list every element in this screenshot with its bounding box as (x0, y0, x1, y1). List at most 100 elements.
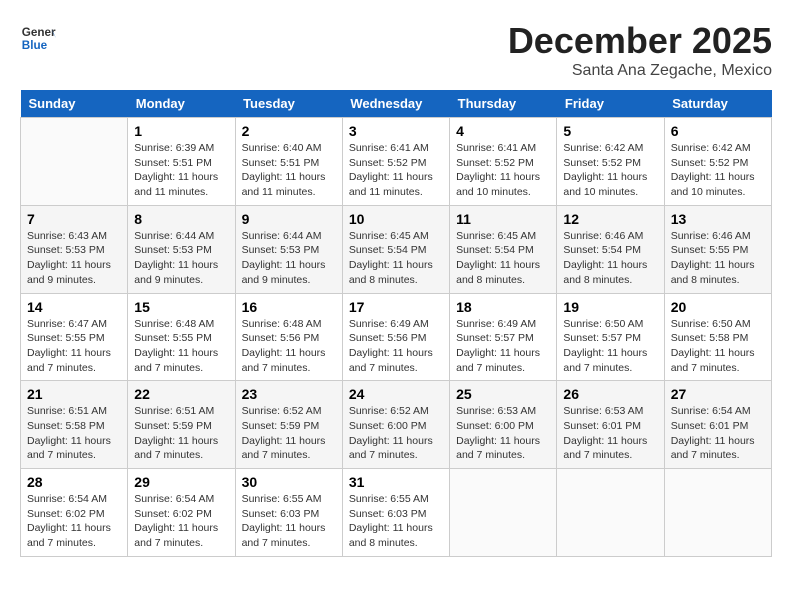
day-number: 22 (134, 386, 228, 402)
day-cell: 2 Sunrise: 6:40 AMSunset: 5:51 PMDaylight… (235, 118, 342, 206)
day-number: 16 (242, 299, 336, 315)
day-info: Sunrise: 6:53 AMSunset: 6:00 PMDaylight:… (456, 404, 550, 463)
day-cell: 22 Sunrise: 6:51 AMSunset: 5:59 PMDayligh… (128, 381, 235, 469)
day-cell: 6 Sunrise: 6:42 AMSunset: 5:52 PMDaylight… (664, 118, 771, 206)
day-cell (450, 469, 557, 557)
day-info: Sunrise: 6:47 AMSunset: 5:55 PMDaylight:… (27, 317, 121, 376)
day-number: 2 (242, 123, 336, 139)
day-cell: 13 Sunrise: 6:46 AMSunset: 5:55 PMDayligh… (664, 205, 771, 293)
day-cell: 29Sunrise: 6:54 AMSunset: 6:02 PMDayligh… (128, 469, 235, 557)
day-cell: 16 Sunrise: 6:48 AMSunset: 5:56 PMDayligh… (235, 293, 342, 381)
weekday-wednesday: Wednesday (342, 90, 449, 118)
day-number: 14 (27, 299, 121, 315)
logo-icon: General Blue (20, 20, 56, 56)
day-cell: 23 Sunrise: 6:52 AMSunset: 5:59 PMDayligh… (235, 381, 342, 469)
title-area: December 2025 Santa Ana Zegache, Mexico (508, 20, 772, 80)
day-cell: 5Sunrise: 6:42 AMSunset: 5:52 PMDaylight… (557, 118, 664, 206)
day-info: Sunrise: 6:45 AMSunset: 5:54 PMDaylight:… (456, 229, 550, 288)
day-number: 7 (27, 211, 121, 227)
day-info: Sunrise: 6:54 AMSunset: 6:02 PMDaylight:… (134, 492, 228, 551)
day-info: Sunrise: 6:40 AMSunset: 5:51 PMDaylight:… (242, 141, 336, 200)
day-info: Sunrise: 6:46 AMSunset: 5:55 PMDaylight:… (671, 229, 765, 288)
day-cell: 12 Sunrise: 6:46 AMSunset: 5:54 PMDayligh… (557, 205, 664, 293)
weekday-sunday: Sunday (21, 90, 128, 118)
weekday-tuesday: Tuesday (235, 90, 342, 118)
weekday-monday: Monday (128, 90, 235, 118)
day-cell: 26Sunrise: 6:53 AMSunset: 6:01 PMDayligh… (557, 381, 664, 469)
day-info: Sunrise: 6:49 AMSunset: 5:57 PMDaylight:… (456, 317, 550, 376)
day-cell: 17 Sunrise: 6:49 AMSunset: 5:56 PMDayligh… (342, 293, 449, 381)
day-info: Sunrise: 6:53 AMSunset: 6:01 PMDaylight:… (563, 404, 657, 463)
day-cell: 11 Sunrise: 6:45 AMSunset: 5:54 PMDayligh… (450, 205, 557, 293)
day-info: Sunrise: 6:41 AMSunset: 5:52 PMDaylight:… (456, 141, 550, 200)
day-info: Sunrise: 6:45 AMSunset: 5:54 PMDaylight:… (349, 229, 443, 288)
day-number: 9 (242, 211, 336, 227)
day-number: 17 (349, 299, 443, 315)
week-row-3: 14 Sunrise: 6:47 AMSunset: 5:55 PMDayligh… (21, 293, 772, 381)
day-info: Sunrise: 6:55 AMSunset: 6:03 PMDaylight:… (242, 492, 336, 551)
day-number: 12 (563, 211, 657, 227)
day-info: Sunrise: 6:55 AMSunset: 6:03 PMDaylight:… (349, 492, 443, 551)
day-number: 4 (456, 123, 550, 139)
day-number: 3 (349, 123, 443, 139)
day-cell: 21Sunrise: 6:51 AMSunset: 5:58 PMDayligh… (21, 381, 128, 469)
day-number: 20 (671, 299, 765, 315)
day-info: Sunrise: 6:54 AMSunset: 6:02 PMDaylight:… (27, 492, 121, 551)
weekday-saturday: Saturday (664, 90, 771, 118)
calendar-body: 1Sunrise: 6:39 AMSunset: 5:51 PMDaylight… (21, 118, 772, 557)
day-cell: 4 Sunrise: 6:41 AMSunset: 5:52 PMDaylight… (450, 118, 557, 206)
day-number: 13 (671, 211, 765, 227)
day-number: 11 (456, 211, 550, 227)
day-cell: 28Sunrise: 6:54 AMSunset: 6:02 PMDayligh… (21, 469, 128, 557)
day-info: Sunrise: 6:48 AMSunset: 5:56 PMDaylight:… (242, 317, 336, 376)
day-cell: 19Sunrise: 6:50 AMSunset: 5:57 PMDayligh… (557, 293, 664, 381)
weekday-friday: Friday (557, 90, 664, 118)
day-cell: 25 Sunrise: 6:53 AMSunset: 6:00 PMDayligh… (450, 381, 557, 469)
day-info: Sunrise: 6:50 AMSunset: 5:57 PMDaylight:… (563, 317, 657, 376)
day-info: Sunrise: 6:46 AMSunset: 5:54 PMDaylight:… (563, 229, 657, 288)
day-info: Sunrise: 6:52 AMSunset: 6:00 PMDaylight:… (349, 404, 443, 463)
day-info: Sunrise: 6:50 AMSunset: 5:58 PMDaylight:… (671, 317, 765, 376)
day-cell: 30 Sunrise: 6:55 AMSunset: 6:03 PMDayligh… (235, 469, 342, 557)
weekday-header-row: SundayMondayTuesdayWednesdayThursdayFrid… (21, 90, 772, 118)
day-cell: 27Sunrise: 6:54 AMSunset: 6:01 PMDayligh… (664, 381, 771, 469)
day-info: Sunrise: 6:49 AMSunset: 5:56 PMDaylight:… (349, 317, 443, 376)
logo: General Blue (20, 20, 56, 56)
day-number: 10 (349, 211, 443, 227)
day-info: Sunrise: 6:51 AMSunset: 5:58 PMDaylight:… (27, 404, 121, 463)
day-info: Sunrise: 6:41 AMSunset: 5:52 PMDaylight:… (349, 141, 443, 200)
svg-text:General: General (22, 26, 56, 39)
day-info: Sunrise: 6:48 AMSunset: 5:55 PMDaylight:… (134, 317, 228, 376)
day-number: 18 (456, 299, 550, 315)
day-info: Sunrise: 6:51 AMSunset: 5:59 PMDaylight:… (134, 404, 228, 463)
day-number: 25 (456, 386, 550, 402)
day-cell: 14 Sunrise: 6:47 AMSunset: 5:55 PMDayligh… (21, 293, 128, 381)
day-info: Sunrise: 6:42 AMSunset: 5:52 PMDaylight:… (563, 141, 657, 200)
day-number: 8 (134, 211, 228, 227)
day-cell: 18 Sunrise: 6:49 AMSunset: 5:57 PMDayligh… (450, 293, 557, 381)
day-number: 23 (242, 386, 336, 402)
day-cell: 31 Sunrise: 6:55 AMSunset: 6:03 PMDayligh… (342, 469, 449, 557)
day-cell: 24Sunrise: 6:52 AMSunset: 6:00 PMDayligh… (342, 381, 449, 469)
day-info: Sunrise: 6:44 AMSunset: 5:53 PMDaylight:… (134, 229, 228, 288)
day-info: Sunrise: 6:52 AMSunset: 5:59 PMDaylight:… (242, 404, 336, 463)
day-info: Sunrise: 6:43 AMSunset: 5:53 PMDaylight:… (27, 229, 121, 288)
day-number: 1 (134, 123, 228, 139)
day-cell (664, 469, 771, 557)
svg-text:Blue: Blue (22, 39, 48, 52)
header: General Blue December 2025 Santa Ana Zeg… (20, 20, 772, 80)
month-title: December 2025 (508, 20, 772, 62)
day-info: Sunrise: 6:42 AMSunset: 5:52 PMDaylight:… (671, 141, 765, 200)
day-cell (21, 118, 128, 206)
day-number: 27 (671, 386, 765, 402)
day-cell: 15 Sunrise: 6:48 AMSunset: 5:55 PMDayligh… (128, 293, 235, 381)
day-cell: 9Sunrise: 6:44 AMSunset: 5:53 PMDaylight… (235, 205, 342, 293)
weekday-thursday: Thursday (450, 90, 557, 118)
day-number: 30 (242, 474, 336, 490)
calendar-table: SundayMondayTuesdayWednesdayThursdayFrid… (20, 90, 772, 557)
day-cell: 3 Sunrise: 6:41 AMSunset: 5:52 PMDaylight… (342, 118, 449, 206)
day-cell (557, 469, 664, 557)
day-number: 15 (134, 299, 228, 315)
day-number: 31 (349, 474, 443, 490)
day-number: 6 (671, 123, 765, 139)
